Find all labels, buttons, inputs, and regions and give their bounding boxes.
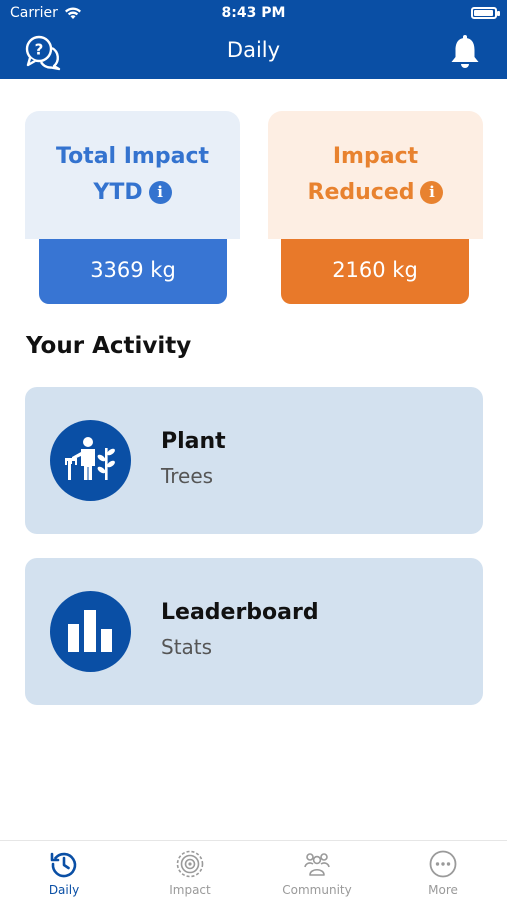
tab-label: Impact — [169, 883, 211, 897]
impact-reduced-line1: Impact — [332, 144, 419, 169]
history-clock-icon — [50, 852, 77, 878]
total-impact-line1: Total Impact — [55, 144, 210, 169]
bell-icon[interactable] — [449, 34, 481, 70]
total-impact-value: 3369 kg — [39, 239, 227, 304]
battery-icon — [471, 7, 500, 19]
battery-level — [474, 10, 493, 16]
total-impact-line2-row: YTD i — [25, 175, 240, 211]
plant-trees-card[interactable]: Plant Trees — [25, 387, 483, 534]
impact-reduced-label: Impact Reduced i — [268, 139, 483, 211]
tab-impact[interactable]: Impact — [127, 849, 253, 900]
impact-target-icon — [176, 850, 204, 878]
total-impact-card[interactable]: Total Impact YTD i — [25, 111, 240, 239]
tab-community[interactable]: Community — [254, 849, 380, 900]
plant-icon-circle — [50, 420, 131, 501]
tab-more[interactable]: More — [380, 849, 506, 900]
tab-label: Daily — [48, 883, 80, 897]
app-screen: Carrier 8:43 PM ? Daily Total Impact YTD… — [0, 0, 507, 900]
total-impact-label: Total Impact YTD i — [25, 139, 240, 211]
impact-reduced-value: 2160 kg — [281, 239, 469, 304]
info-icon[interactable]: i — [420, 181, 444, 204]
activity-subtitle: Stats — [161, 635, 213, 659]
leaderboard-icon-circle — [50, 591, 131, 672]
bar-chart-icon — [68, 610, 112, 652]
section-title: Your Activity — [26, 333, 192, 359]
tab-daily[interactable]: Daily — [1, 849, 127, 900]
leaderboard-card[interactable]: Leaderboard Stats — [25, 558, 483, 705]
activity-title: Plant — [161, 429, 226, 454]
tab-label: Community — [282, 883, 352, 897]
more-dots-icon — [429, 850, 457, 878]
community-icon — [304, 853, 330, 876]
clock: 8:43 PM — [221, 5, 286, 21]
top-bar: Carrier 8:43 PM ? Daily — [0, 0, 507, 79]
info-icon[interactable]: i — [148, 181, 172, 204]
plant-trees-icon — [65, 437, 115, 480]
activity-subtitle: Trees — [161, 464, 214, 488]
status-bar: Carrier 8:43 PM — [0, 0, 507, 28]
impact-reduced-line2: Reduced — [307, 180, 415, 205]
total-impact-line2: YTD — [93, 180, 143, 205]
tab-label: More — [428, 883, 458, 897]
page-title: Daily — [226, 38, 281, 62]
impact-reduced-card[interactable]: Impact Reduced i — [268, 111, 483, 239]
activity-title: Leaderboard — [161, 600, 319, 625]
impact-reduced-line2-row: Reduced i — [268, 175, 483, 211]
tab-bar: Daily Impact Community More — [0, 840, 507, 900]
